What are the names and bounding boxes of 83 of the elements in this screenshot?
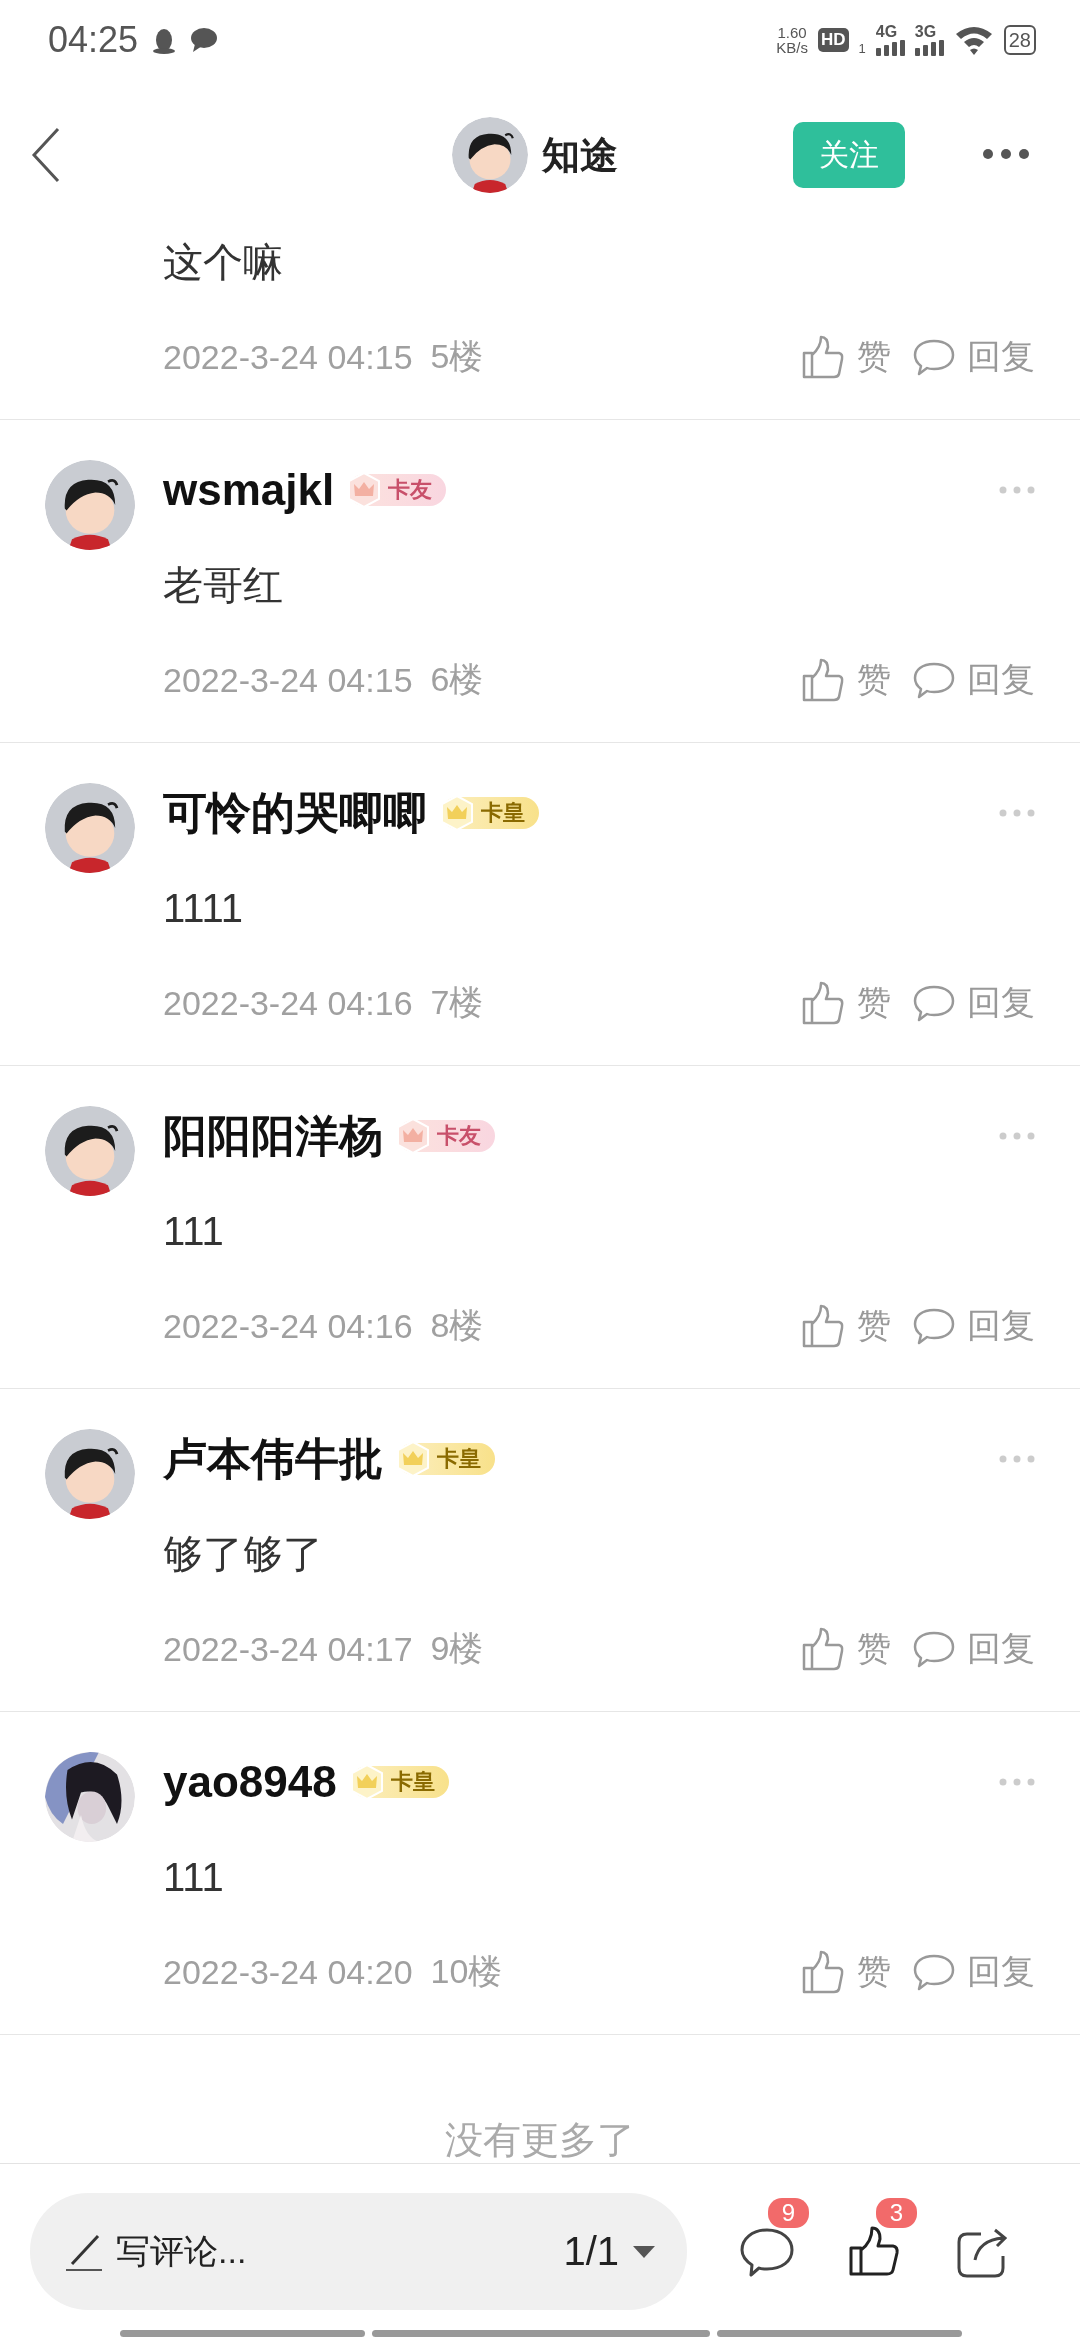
- comment-text: 这个嘛: [163, 239, 284, 286]
- floor-number: 5楼: [430, 336, 484, 377]
- thumbs-up-icon: [801, 658, 845, 702]
- reply-button[interactable]: 回复: [913, 980, 1035, 1026]
- speech-bubble-icon: [913, 983, 955, 1023]
- comment-time: 2022-3-24 04:20: [163, 1952, 413, 1992]
- comment-time: 2022-3-24 04:17: [163, 1629, 413, 1669]
- avatar[interactable]: [45, 1429, 135, 1519]
- avatar[interactable]: [45, 783, 135, 873]
- level-badge: 卡友: [348, 474, 447, 506]
- count-badge: 9: [767, 2197, 809, 2228]
- thumbs-up-icon: [801, 1627, 845, 1671]
- battery-level: 28: [1008, 28, 1031, 52]
- page-indicator[interactable]: 1/1: [563, 2229, 619, 2274]
- follow-button[interactable]: 关注: [793, 122, 905, 188]
- caret-icon[interactable]: [631, 2243, 657, 2260]
- comment-text: 老哥红: [163, 562, 284, 609]
- clock-time: 04:25: [48, 19, 139, 61]
- username: wsmajkl: [163, 465, 335, 515]
- thumbs-up-icon: [801, 981, 845, 1025]
- reply-button[interactable]: 回复: [913, 334, 1035, 380]
- comment-input-field[interactable]: 写评论... 1/1: [30, 2193, 687, 2310]
- like-button[interactable]: 赞: [801, 334, 891, 380]
- comment-text: 111: [163, 1854, 225, 1901]
- avatar[interactable]: [45, 460, 135, 550]
- crown-icon: [439, 795, 475, 831]
- comment-text: 够了够了: [163, 1531, 324, 1578]
- speech-bubble-icon: [913, 660, 955, 700]
- more-icon[interactable]: [982, 148, 1030, 160]
- level-badge: 卡友: [397, 1120, 495, 1152]
- speech-bubble-icon: [913, 1306, 955, 1346]
- thumbs-up-icon: [801, 335, 845, 379]
- level-badge: 卡皇: [350, 1766, 449, 1798]
- comment-text: 1111: [163, 885, 245, 932]
- thumbs-up-icon: [801, 1950, 845, 1994]
- like-button[interactable]: 赞: [801, 657, 891, 703]
- username: 卢本伟牛批: [163, 1432, 383, 1485]
- like-button[interactable]: 赞: [801, 1303, 891, 1349]
- comment-placeholder: 写评论...: [116, 2230, 247, 2272]
- network-speed: 1.60: [777, 25, 807, 40]
- crown-icon: [395, 1118, 431, 1154]
- like-button[interactable]: 赞: [801, 980, 891, 1026]
- reply-button[interactable]: 回复: [913, 1626, 1035, 1672]
- level-badge: 卡皇: [441, 797, 539, 829]
- speed-unit: KB/s: [776, 40, 808, 55]
- like-button[interactable]: 赞: [801, 1626, 891, 1672]
- crown-icon: [395, 1441, 431, 1477]
- network-type: 4G: [875, 24, 898, 40]
- comment-time: 2022-3-24 04:15: [163, 660, 413, 700]
- username: 阳阳阳洋杨: [163, 1109, 383, 1162]
- speech-bubble-icon: [913, 337, 955, 377]
- username: yao8948: [163, 1757, 337, 1807]
- signal-icon: [875, 40, 905, 56]
- comment-time: 2022-3-24 04:16: [163, 983, 413, 1023]
- author-name: 知途: [542, 132, 618, 178]
- crown-icon: [346, 472, 383, 508]
- speech-bubble-icon: [913, 1629, 955, 1669]
- reply-button[interactable]: 回复: [913, 657, 1035, 703]
- message-icon: [190, 26, 219, 54]
- signal-icon: [914, 40, 944, 56]
- avatar[interactable]: [45, 1106, 135, 1196]
- speech-bubble-icon: [913, 1952, 955, 1992]
- reply-button[interactable]: 回复: [913, 1303, 1035, 1349]
- floor-number: 8楼: [430, 1305, 484, 1346]
- comment-text: 111: [163, 1208, 225, 1255]
- sim-number: 1: [858, 41, 866, 56]
- network-type: 3G: [914, 24, 937, 40]
- count-badge: 3: [875, 2197, 917, 2228]
- floor-number: 9楼: [430, 1628, 484, 1669]
- level-badge: 卡皇: [397, 1443, 495, 1475]
- end-of-list-text: 没有更多了: [444, 2118, 636, 2163]
- thumbs-up-icon: [801, 1304, 845, 1348]
- avatar[interactable]: [452, 117, 528, 193]
- like-button[interactable]: 赞: [801, 1949, 891, 1995]
- username: 可怜的哭唧唧: [163, 786, 427, 839]
- reply-button[interactable]: 回复: [913, 1949, 1035, 1995]
- floor-number: 6楼: [430, 659, 484, 700]
- comment-time: 2022-3-24 04:15: [163, 337, 413, 377]
- hd-indicator: HD: [817, 28, 849, 52]
- comment-time: 2022-3-24 04:16: [163, 1306, 413, 1346]
- floor-number: 7楼: [430, 982, 484, 1023]
- crown-icon: [348, 1764, 385, 1800]
- floor-number: 10楼: [430, 1951, 503, 1992]
